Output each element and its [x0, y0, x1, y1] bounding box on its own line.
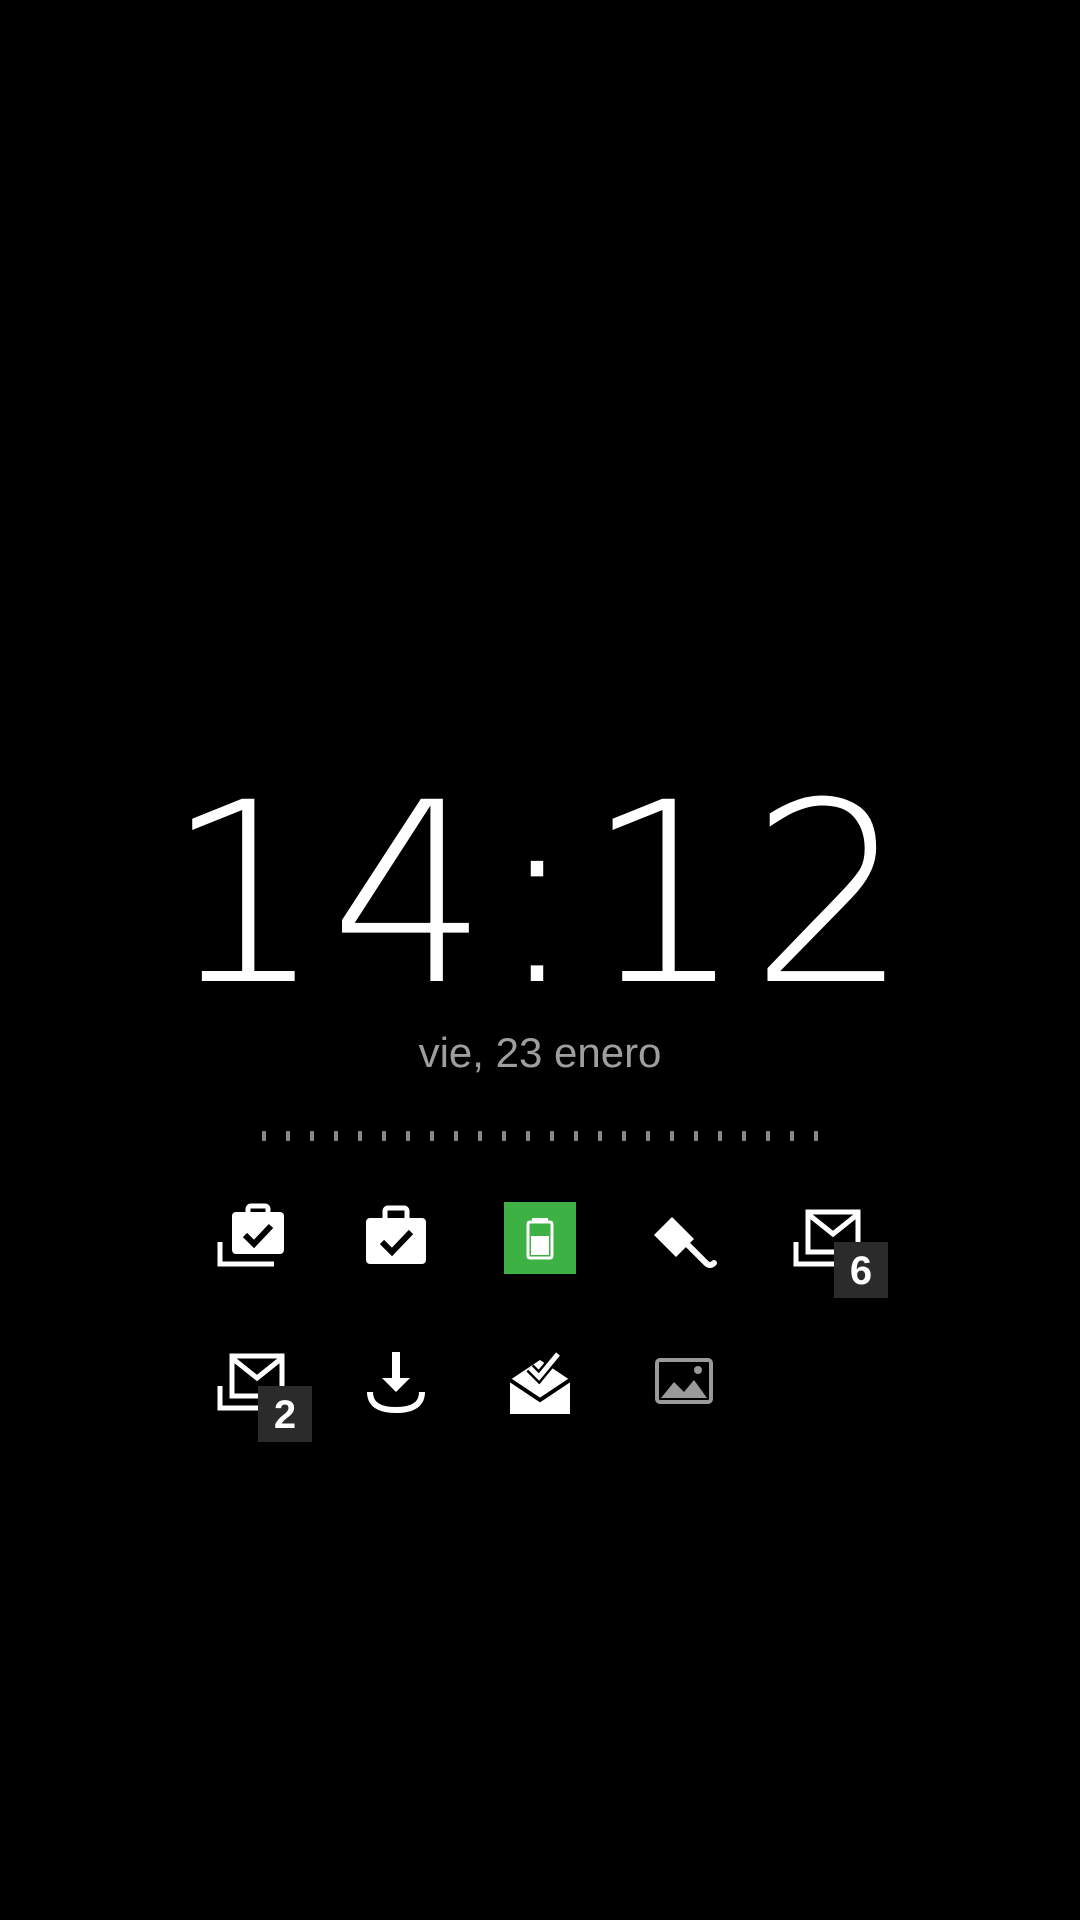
page-indicator-dot: [382, 1131, 386, 1141]
page-indicator-dot: [526, 1131, 530, 1141]
page-indicator-dot: [814, 1131, 818, 1141]
page-indicator-dot: [310, 1131, 314, 1141]
page-indicator-dot: [454, 1131, 458, 1141]
notification-battery[interactable]: [500, 1198, 580, 1278]
battery-icon: [504, 1202, 576, 1274]
page-indicator-dot: [766, 1131, 770, 1141]
page-indicator-dot: [286, 1131, 290, 1141]
notification-screenshot[interactable]: [644, 1342, 724, 1422]
page-indicator-dot: [742, 1131, 746, 1141]
notification-tasks[interactable]: [356, 1198, 436, 1278]
notification-count-badge: 2: [258, 1386, 312, 1442]
notification-tasks-stack[interactable]: [212, 1198, 292, 1278]
notification-gmail-6[interactable]: 6: [788, 1198, 888, 1298]
page-indicator-dot: [670, 1131, 674, 1141]
download-icon: [367, 1352, 425, 1414]
notification-count-badge: 6: [834, 1242, 888, 1298]
notification-mail-read[interactable]: [500, 1342, 580, 1422]
page-indicator-dot: [574, 1131, 578, 1141]
notification-download[interactable]: [356, 1342, 436, 1422]
page-indicator-dot: [334, 1131, 338, 1141]
page-indicator-dot: [550, 1131, 554, 1141]
stacked-clipboard-check-icon: [217, 1203, 284, 1267]
page-indicator-dot: [622, 1131, 626, 1141]
clock-time: 14:12: [164, 749, 916, 1040]
page-indicator-dot: [358, 1131, 362, 1141]
page-indicator-dot: [646, 1131, 650, 1141]
page-indicator-dot: [598, 1131, 602, 1141]
page-indicator-dot: [406, 1131, 410, 1141]
page-indicator-dot: [502, 1131, 506, 1141]
paint-brush-icon: [654, 1217, 717, 1268]
briefcase-check-icon: [366, 1205, 426, 1264]
page-indicator-dot: [262, 1131, 266, 1141]
page-indicator-dot: [718, 1131, 722, 1141]
mail-read-check-icon: [508, 1350, 572, 1414]
notification-theme[interactable]: [644, 1198, 724, 1278]
notification-gmail-2[interactable]: 2: [212, 1342, 312, 1442]
page-indicator-dot: [430, 1131, 434, 1141]
page-indicator-dot: [694, 1131, 698, 1141]
page-indicator-dot: [790, 1131, 794, 1141]
clock-date: vie, 23 enero: [418, 1029, 662, 1076]
image-icon: [655, 1358, 713, 1404]
page-indicator-dot: [478, 1131, 482, 1141]
page-indicator: [262, 1130, 818, 1142]
